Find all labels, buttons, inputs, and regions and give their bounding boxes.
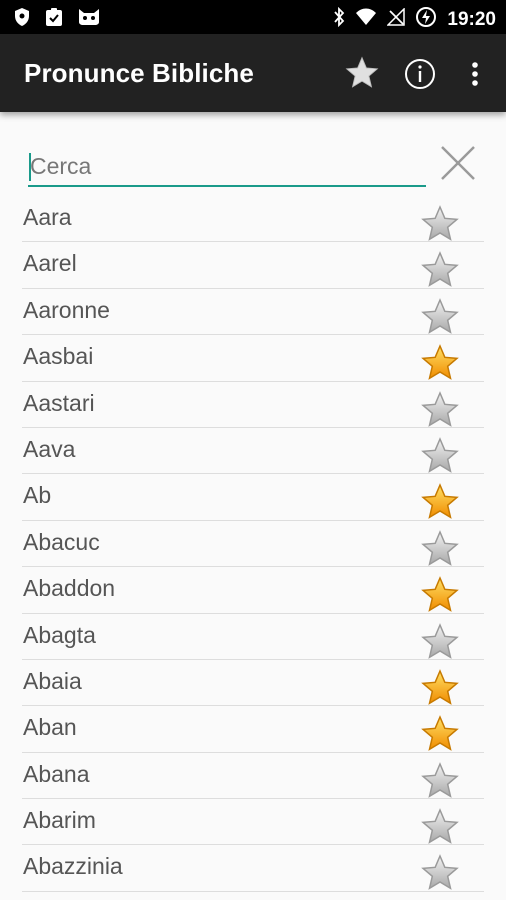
- favorite-star-icon[interactable]: [419, 343, 461, 383]
- list-item-label: Ab: [23, 482, 52, 509]
- list-item-label: Aastari: [23, 389, 95, 416]
- star-icon[interactable]: [419, 436, 461, 476]
- star-icon[interactable]: [419, 250, 461, 290]
- list-item-label: Aarel: [23, 250, 77, 277]
- list-item-label: Abaia: [23, 667, 82, 694]
- list-item-label: Aban: [23, 714, 77, 741]
- android-cat-icon: [78, 8, 100, 31]
- star-icon[interactable]: [419, 297, 461, 337]
- overflow-menu-icon[interactable]: [465, 58, 485, 90]
- list-item[interactable]: Aban: [0, 706, 506, 754]
- list-item-label: Abazzinia: [23, 853, 123, 880]
- bluetooth-icon: [333, 6, 345, 32]
- favorite-star-icon[interactable]: [419, 575, 461, 615]
- list-item-label: Aasbai: [23, 343, 94, 370]
- star-icon[interactable]: [419, 761, 461, 801]
- list-item[interactable]: Abaia: [0, 660, 506, 708]
- favorite-star-icon[interactable]: [419, 482, 461, 522]
- list-item-label: Aava: [23, 435, 76, 462]
- list-item-label: Abagta: [23, 621, 96, 648]
- list-item-label: Aara: [23, 204, 72, 230]
- wifi-icon: [355, 8, 377, 31]
- list-item[interactable]: Aasbai: [0, 335, 506, 383]
- search-input[interactable]: [28, 147, 426, 187]
- list-item[interactable]: Aaronne: [0, 289, 506, 337]
- shield-icon: [14, 7, 30, 32]
- list-item[interactable]: Abaddon: [0, 567, 506, 615]
- battery-charging-icon: [415, 6, 437, 33]
- list-item[interactable]: Aava: [0, 428, 506, 476]
- status-bar: 19:20: [0, 0, 506, 34]
- list-item-label: Abaddon: [23, 575, 116, 602]
- name-list: Aara Aarel Aaronne Aasbai Aastari Aava Ab Abacu…: [0, 196, 506, 892]
- list-item[interactable]: Abarim: [0, 799, 506, 847]
- list-item[interactable]: Abagta: [0, 614, 506, 660]
- text-cursor: [29, 153, 31, 181]
- star-icon[interactable]: [419, 807, 461, 847]
- search-area: [0, 112, 506, 196]
- star-icon[interactable]: [419, 529, 461, 569]
- star-icon[interactable]: [419, 204, 461, 244]
- favorite-star-icon[interactable]: [419, 714, 461, 754]
- app-bar: Pronunce Bibliche: [0, 34, 506, 112]
- list-item-label: Abacuc: [23, 528, 100, 555]
- list-item[interactable]: Aarel: [0, 242, 506, 290]
- no-signal-icon: [386, 7, 406, 31]
- list-item[interactable]: Abacuc: [0, 521, 506, 569]
- list-item[interactable]: Abazzinia: [0, 845, 506, 893]
- star-icon[interactable]: [419, 390, 461, 430]
- clipboard-check-icon: [44, 7, 64, 32]
- star-icon[interactable]: [419, 853, 461, 893]
- list-item[interactable]: Aara: [0, 196, 506, 244]
- list-item[interactable]: Ab: [0, 474, 506, 522]
- info-icon[interactable]: [404, 58, 436, 90]
- star-icon[interactable]: [419, 622, 461, 662]
- list-item-label: Abarim: [23, 807, 96, 834]
- app-title: Pronunce Bibliche: [24, 58, 254, 88]
- list-item[interactable]: Abana: [0, 753, 506, 801]
- status-time: 19:20: [447, 8, 496, 30]
- list-item-label: Aaronne: [23, 296, 110, 323]
- favorite-star-icon[interactable]: [419, 668, 461, 708]
- list-divider: [22, 890, 484, 892]
- clear-search-icon[interactable]: [438, 143, 478, 183]
- list-item-label: Abana: [23, 760, 90, 787]
- favorites-star-icon[interactable]: [343, 55, 381, 91]
- list-item[interactable]: Aastari: [0, 382, 506, 428]
